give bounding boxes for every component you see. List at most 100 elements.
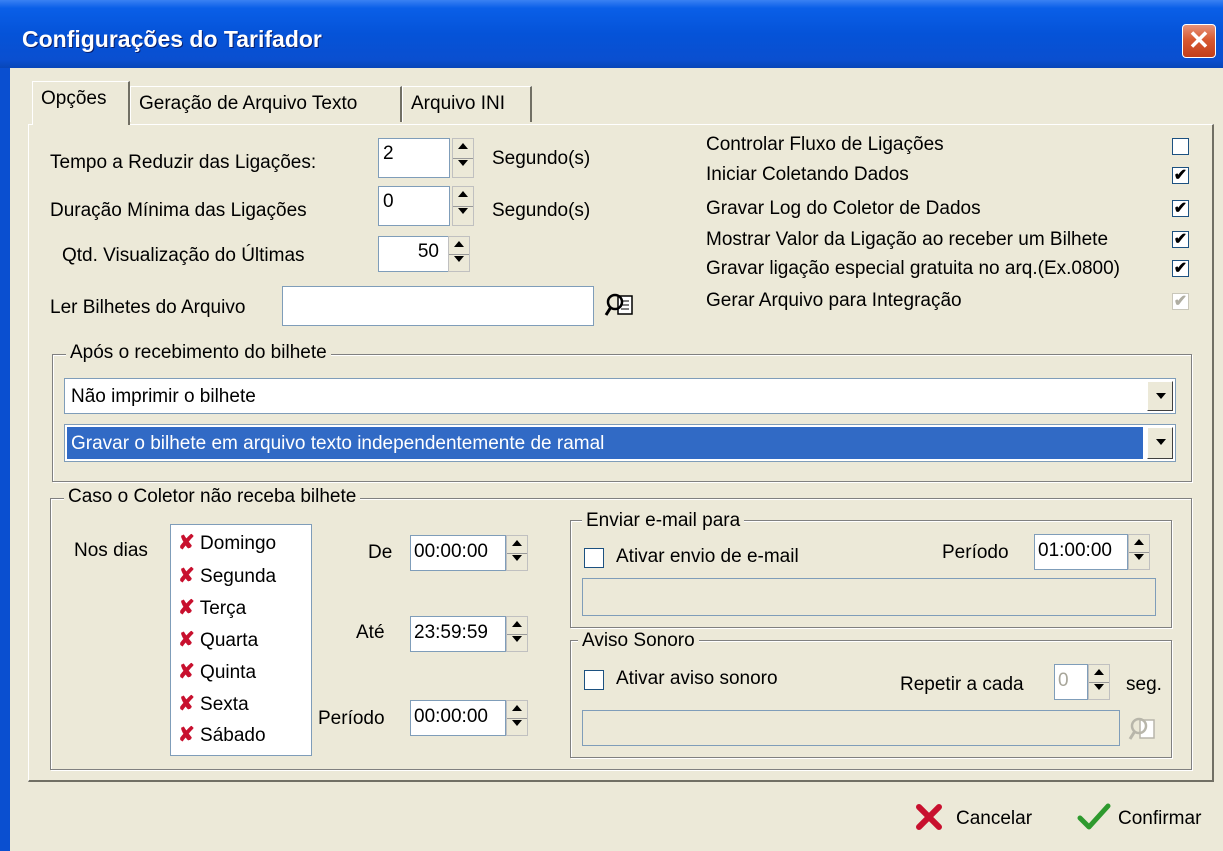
- chk-gerar-integracao[interactable]: ✔: [1172, 293, 1189, 310]
- chk-ativar-email[interactable]: [584, 548, 604, 568]
- spin-down-icon[interactable]: [507, 553, 527, 570]
- spin-down-icon[interactable]: [1089, 682, 1109, 699]
- repetir-input[interactable]: 0: [1054, 664, 1088, 700]
- ate-time-input[interactable]: 23:59:59: [410, 616, 506, 652]
- chk-controlar-fluxo-label: Controlar Fluxo de Ligações: [706, 134, 944, 155]
- check-icon: [1076, 802, 1112, 838]
- gravacao-select-value: Gravar o bilhete em arquivo texto indepe…: [71, 433, 605, 454]
- browse-file-icon[interactable]: [604, 288, 638, 322]
- email-periodo-spinner[interactable]: [1128, 534, 1150, 570]
- spin-up-icon[interactable]: [453, 187, 473, 207]
- spin-up-icon[interactable]: [507, 701, 527, 719]
- tab-arquivo-ini[interactable]: Arquivo INI: [402, 86, 532, 122]
- spin-down-icon[interactable]: [507, 718, 527, 735]
- periodo-time-spinner[interactable]: [506, 700, 528, 736]
- list-item[interactable]: ✘ Segunda: [178, 563, 276, 588]
- close-button[interactable]: ✕: [1182, 24, 1216, 58]
- tempo-reduzir-spinner[interactable]: [452, 138, 474, 178]
- tab-opcoes[interactable]: Opções: [32, 81, 130, 125]
- spin-up-icon[interactable]: [507, 536, 527, 554]
- duracao-minima-unit: Segundo(s): [492, 200, 591, 221]
- impressao-select[interactable]: Não imprimir o bilhete: [64, 378, 1176, 414]
- chk-iniciar-coletando[interactable]: ✔: [1172, 167, 1189, 184]
- gravacao-select[interactable]: Gravar o bilhete em arquivo texto indepe…: [64, 424, 1176, 462]
- chevron-down-icon[interactable]: [1147, 381, 1173, 411]
- periodo-time-input[interactable]: 00:00:00: [410, 700, 506, 736]
- de-time-input[interactable]: 00:00:00: [410, 535, 506, 571]
- periodo-time-value: 00:00:00: [414, 706, 488, 727]
- ate-time-spinner[interactable]: [506, 616, 528, 652]
- list-item[interactable]: ✘ Terça: [178, 595, 246, 620]
- repetir-unit: seg.: [1126, 674, 1162, 695]
- chk-ativar-aviso-label: Ativar aviso sonoro: [616, 668, 778, 689]
- ate-time-value: 23:59:59: [414, 622, 488, 643]
- list-item[interactable]: ✘ Quinta: [178, 659, 256, 684]
- spin-down-icon[interactable]: [507, 634, 527, 651]
- aviso-file-input[interactable]: [582, 710, 1120, 746]
- list-item[interactable]: ✘ Quarta: [178, 627, 258, 652]
- repetir-value: 0: [1058, 670, 1069, 691]
- email-periodo-value: 01:00:00: [1038, 540, 1112, 561]
- list-item[interactable]: ✘ Sexta: [178, 691, 249, 716]
- dia-label: Segunda: [200, 566, 277, 587]
- x-icon: ✘: [178, 693, 195, 715]
- x-icon: ✘: [178, 724, 195, 746]
- cancel-button-label: Cancelar: [956, 808, 1033, 829]
- repetir-spinner[interactable]: [1088, 664, 1110, 700]
- dia-label: Sexta: [200, 694, 249, 715]
- confirm-button[interactable]: Confirmar: [1076, 802, 1216, 838]
- x-icon: [914, 802, 944, 838]
- duracao-minima-label: Duração Mínima das Ligações: [50, 200, 307, 221]
- browse-sound-icon[interactable]: [1126, 712, 1160, 746]
- spin-down-icon[interactable]: [1129, 552, 1149, 569]
- close-icon: ✕: [1188, 25, 1210, 55]
- spin-down-icon[interactable]: [453, 158, 473, 177]
- email-periodo-label: Período: [942, 542, 1009, 563]
- tab-arquivo-ini-label: Arquivo INI: [411, 93, 505, 114]
- chk-mostrar-valor[interactable]: ✔: [1172, 231, 1189, 248]
- window-title: Configurações do Tarifador: [22, 26, 322, 52]
- x-icon: ✘: [178, 629, 195, 651]
- apos-recebimento-title: Após o recebimento do bilhete: [66, 342, 331, 364]
- chk-gerar-integracao-label: Gerar Arquivo para Integração: [706, 290, 962, 311]
- list-item[interactable]: ✘ Domingo: [178, 530, 276, 555]
- apos-recebimento-group: [52, 354, 1192, 482]
- cancel-button[interactable]: Cancelar: [910, 802, 1050, 838]
- email-address-input[interactable]: [582, 578, 1156, 616]
- chk-iniciar-coletando-label: Iniciar Coletando Dados: [706, 164, 909, 185]
- chk-ativar-aviso[interactable]: [584, 670, 604, 690]
- chk-gravar-log[interactable]: ✔: [1172, 200, 1189, 217]
- check-icon: ✔: [1173, 200, 1188, 217]
- tab-geracao-arquivo-texto[interactable]: Geração de Arquivo Texto: [130, 86, 402, 122]
- duracao-minima-input[interactable]: 0: [378, 186, 450, 226]
- chk-gravar-especial[interactable]: ✔: [1172, 260, 1189, 277]
- spin-up-icon[interactable]: [507, 617, 527, 635]
- spin-up-icon[interactable]: [1089, 665, 1109, 683]
- email-periodo-input[interactable]: 01:00:00: [1034, 534, 1128, 570]
- spin-down-icon[interactable]: [449, 254, 469, 271]
- x-icon: ✘: [178, 661, 195, 683]
- spin-down-icon[interactable]: [453, 206, 473, 225]
- spin-up-icon[interactable]: [1129, 535, 1149, 553]
- qtd-visualizacao-input[interactable]: 50: [378, 236, 450, 272]
- chk-gravar-log-label: Gravar Log do Coletor de Dados: [706, 198, 981, 219]
- tempo-reduzir-value: 2: [383, 143, 394, 164]
- qtd-visualizacao-label: Qtd. Visualização do Últimas: [62, 245, 305, 266]
- list-item[interactable]: ✘ Sábado: [178, 722, 266, 747]
- duracao-minima-spinner[interactable]: [452, 186, 474, 226]
- dia-label: Quarta: [200, 630, 259, 651]
- tempo-reduzir-input[interactable]: 2: [378, 138, 450, 178]
- spin-up-icon[interactable]: [453, 139, 473, 159]
- chk-controlar-fluxo[interactable]: [1172, 138, 1189, 155]
- ler-bilhetes-input[interactable]: [282, 286, 594, 326]
- check-icon: ✔: [1173, 260, 1188, 277]
- de-time-spinner[interactable]: [506, 535, 528, 571]
- qtd-visualizacao-spinner[interactable]: [448, 236, 470, 272]
- nos-dias-label: Nos dias: [74, 540, 148, 561]
- check-icon: ✔: [1173, 231, 1188, 248]
- spin-up-icon[interactable]: [449, 237, 469, 255]
- chevron-down-icon[interactable]: [1147, 427, 1173, 459]
- qtd-visualizacao-value: 50: [417, 241, 439, 262]
- dia-label: Sábado: [200, 725, 266, 746]
- window-frame-left: [0, 68, 10, 851]
